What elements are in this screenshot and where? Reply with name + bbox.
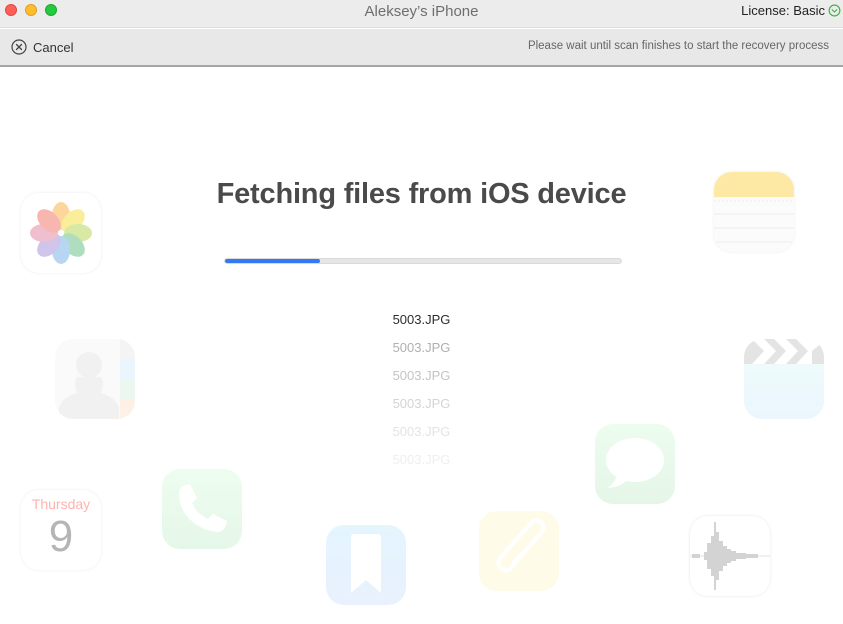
phone-app-icon xyxy=(162,469,242,549)
license-status[interactable]: License: Basic xyxy=(741,3,841,18)
attachment-app-icon xyxy=(479,511,559,591)
close-circle-icon xyxy=(11,39,27,55)
file-list-item: 5003.JPG xyxy=(392,312,451,327)
calendar-day-label: Thursday xyxy=(31,496,91,512)
file-list-item: 5003.JPG xyxy=(392,424,451,439)
file-list: 5003.JPG 5003.JPG 5003.JPG 5003.JPG 5003… xyxy=(0,312,843,480)
page-title: Fetching files from iOS device xyxy=(216,178,627,210)
voice-memos-app-icon xyxy=(690,516,770,596)
title-bar: Aleksey’s iPhone License: Basic xyxy=(0,0,843,28)
bookmark-app-icon xyxy=(326,525,406,605)
calendar-date-label: 9 xyxy=(48,512,74,561)
window-title: Aleksey’s iPhone xyxy=(364,3,479,20)
scan-progress-bar xyxy=(224,258,622,264)
license-label: License: Basic xyxy=(741,3,825,18)
file-list-item: 5003.JPG xyxy=(392,452,451,467)
file-list-item: 5003.JPG xyxy=(392,368,451,383)
calendar-app-icon: Thursday 9 xyxy=(21,490,101,570)
file-list-item: 5003.JPG xyxy=(392,340,451,355)
scan-progress-fill xyxy=(225,259,321,263)
toolbar: Cancel Please wait until scan finishes t… xyxy=(0,29,843,67)
check-circle-icon xyxy=(828,4,841,17)
cancel-button[interactable]: Cancel xyxy=(11,39,73,55)
cancel-label: Cancel xyxy=(33,39,74,55)
status-hint: Please wait until scan finishes to start… xyxy=(527,40,829,52)
file-list-item: 5003.JPG xyxy=(392,396,451,411)
